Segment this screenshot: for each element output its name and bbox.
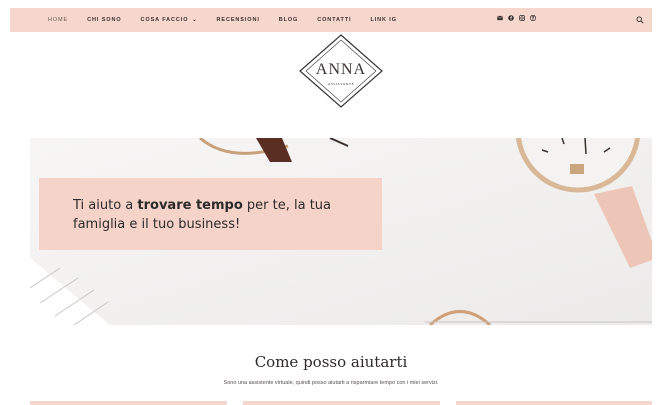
facebook-icon[interactable] (508, 15, 514, 21)
hero-text-before: Ti aiuto a (73, 198, 138, 213)
email-icon[interactable] (497, 15, 503, 21)
hero-banner: Ti aiuto a trovare tempo per te, la tua … (30, 138, 652, 325)
nav-item-home[interactable]: HOME (48, 17, 68, 23)
services-title: Come posso aiutarti (254, 353, 408, 371)
nav-item-contatti[interactable]: CONTATTI (317, 17, 351, 23)
logo-tagline: ASSISTANTE (327, 82, 355, 86)
services-subtitle: Sono una assistente virtuale, quindi pos… (223, 380, 439, 386)
logo-name: ANNA (315, 61, 367, 78)
nav-item-link-ig[interactable]: LINK IG (370, 17, 396, 23)
search-icon[interactable] (636, 16, 644, 24)
hero-message: Ti aiuto a trovare tempo per te, la tua … (73, 196, 373, 234)
service-card-3[interactable] (456, 401, 652, 405)
social-links (497, 15, 536, 21)
hero-text-bold: trovare tempo (137, 198, 243, 213)
nav-item-cosa-faccio-label: COSA FACCIO (140, 17, 189, 23)
service-card-1[interactable] (30, 401, 227, 405)
nav-item-blog[interactable]: BLOG (279, 17, 299, 23)
main-menu: HOME CHI SONO COSA FACCIO ⌄ RECENSIONI BL… (48, 8, 416, 32)
pinterest-icon[interactable] (530, 15, 536, 21)
site-logo[interactable]: ANNA ASSISTANTE (298, 33, 384, 109)
chevron-down-icon: ⌄ (192, 17, 198, 23)
service-card-2[interactable] (243, 401, 440, 405)
instagram-icon[interactable] (519, 15, 525, 21)
hero-message-box: Ti aiuto a trovare tempo per te, la tua … (39, 178, 382, 250)
nav-item-chi-sono[interactable]: CHI SONO (87, 17, 121, 23)
top-nav-bar: HOME CHI SONO COSA FACCIO ⌄ RECENSIONI BL… (10, 8, 652, 32)
nav-item-cosa-faccio[interactable]: COSA FACCIO ⌄ (141, 17, 198, 23)
nav-item-recensioni[interactable]: RECENSIONI (217, 17, 260, 23)
